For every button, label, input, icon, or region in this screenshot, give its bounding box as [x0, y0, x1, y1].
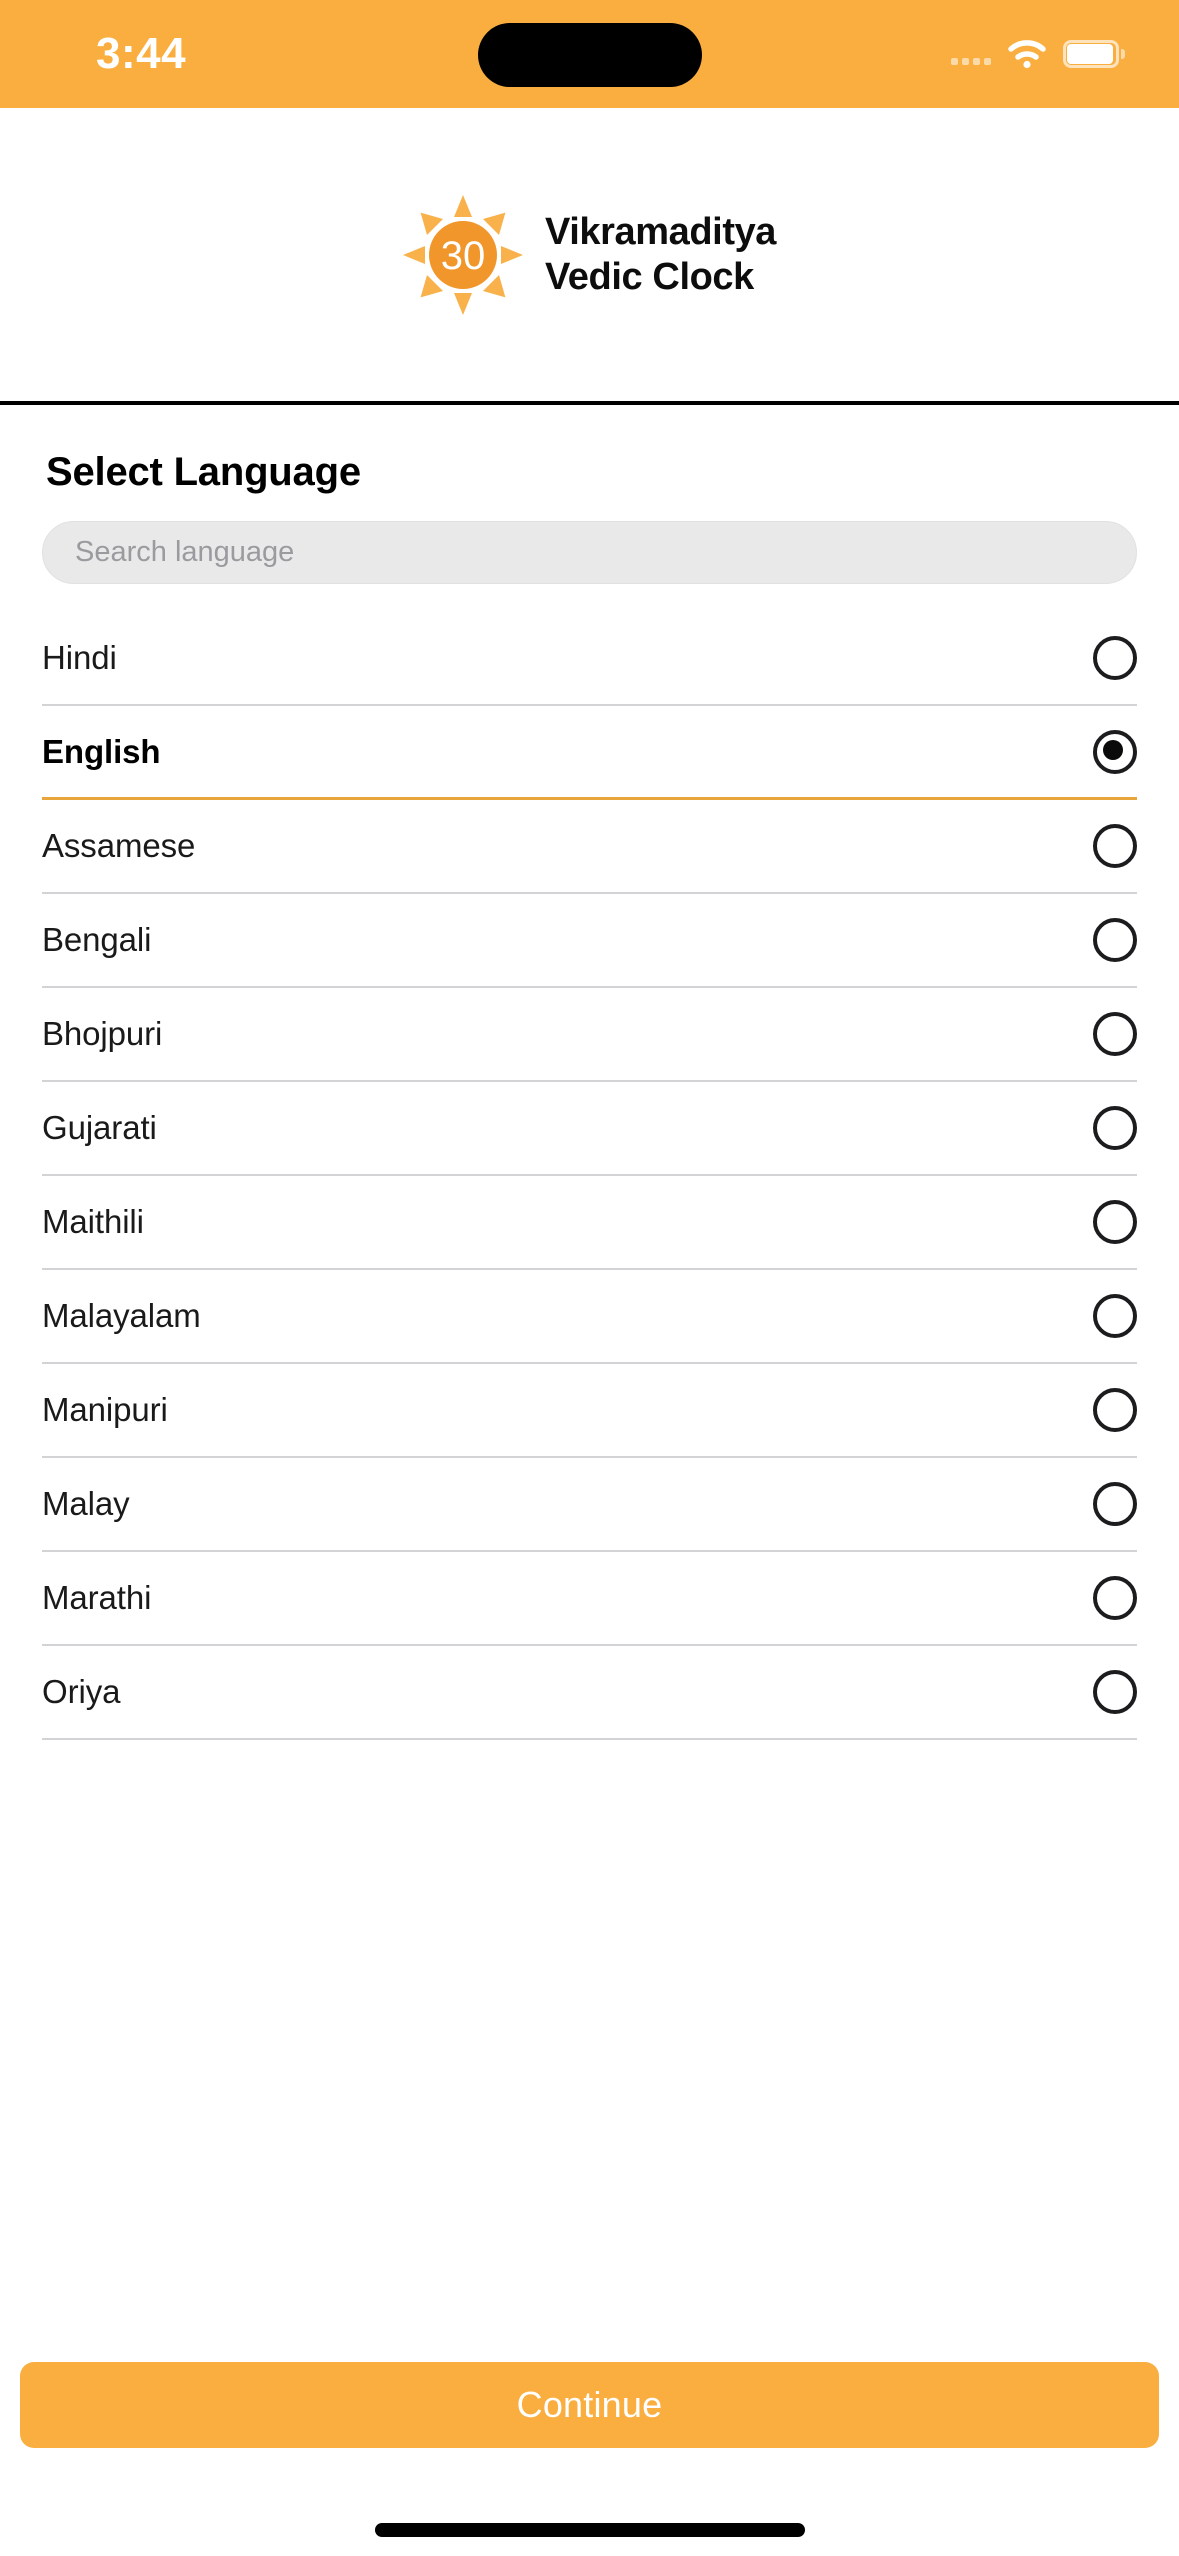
- sun-30-logo-icon: 30: [402, 194, 523, 315]
- wifi-icon: [1007, 39, 1047, 69]
- language-radio-button[interactable]: [1093, 729, 1137, 774]
- app-brand-title: Vikramaditya Vedic Clock: [545, 210, 776, 300]
- signal-dots-icon: [951, 43, 991, 65]
- language-radio-button[interactable]: [1093, 824, 1137, 868]
- language-label: Hindi: [42, 639, 117, 676]
- language-radio-button[interactable]: [1093, 1294, 1137, 1338]
- language-row[interactable]: Marathi: [42, 1552, 1137, 1646]
- language-label: Oriya: [42, 1673, 121, 1710]
- language-radio-button[interactable]: [1093, 1106, 1137, 1150]
- battery-icon: [1063, 40, 1125, 68]
- language-selection-screen: Select Language Hindi English Assamese Beng…: [0, 409, 1179, 2556]
- language-label: Manipuri: [42, 1391, 168, 1428]
- language-list: Hindi English Assamese Bengali Bhojpuri Gujar…: [0, 612, 1179, 1740]
- language-row[interactable]: Hindi: [42, 612, 1137, 706]
- status-bar: 3:44: [0, 0, 1179, 108]
- language-radio-button[interactable]: [1093, 1482, 1137, 1526]
- language-label: English: [42, 732, 161, 770]
- language-radio-button[interactable]: [1093, 1670, 1137, 1714]
- status-bar-time: 3:44: [96, 29, 187, 78]
- language-radio-button[interactable]: [1093, 1388, 1137, 1432]
- language-row[interactable]: Gujarati: [42, 1082, 1137, 1176]
- brand-line-1: Vikramaditya: [544, 210, 777, 253]
- language-row[interactable]: Malayalam: [42, 1270, 1137, 1364]
- language-row[interactable]: Assamese: [42, 800, 1137, 894]
- page-title: Select Language: [46, 450, 361, 494]
- language-label: Bengali: [42, 921, 152, 958]
- continue-button[interactable]: Continue: [20, 2362, 1159, 2448]
- language-radio-button[interactable]: [1093, 918, 1137, 962]
- language-label: Gujarati: [42, 1109, 157, 1146]
- language-row[interactable]: Oriya: [42, 1646, 1137, 1740]
- language-label: Marathi: [42, 1579, 152, 1616]
- home-indicator: [374, 2523, 805, 2537]
- status-bar-indicators: [951, 0, 1125, 108]
- language-label: Bhojpuri: [42, 1015, 163, 1052]
- language-label: Malay: [42, 1485, 130, 1522]
- language-row[interactable]: Maithili: [42, 1176, 1137, 1270]
- app-header: 30 Vikramaditya Vedic Clock: [0, 108, 1179, 405]
- search-container: [0, 495, 1179, 584]
- language-row[interactable]: Bengali: [42, 894, 1137, 988]
- brand-line-2: Vedic Clock: [544, 255, 754, 298]
- language-label: Assamese: [42, 827, 196, 864]
- language-row[interactable]: Malay: [42, 1458, 1137, 1552]
- language-label: Malayalam: [42, 1297, 201, 1334]
- language-row[interactable]: Bhojpuri: [42, 988, 1137, 1082]
- language-radio-button[interactable]: [1093, 1200, 1137, 1244]
- language-label: Maithili: [42, 1203, 144, 1240]
- language-row[interactable]: English: [42, 706, 1137, 800]
- language-radio-button[interactable]: [1093, 1012, 1137, 1056]
- svg-text:30: 30: [441, 234, 486, 278]
- language-row[interactable]: Manipuri: [42, 1364, 1137, 1458]
- search-input[interactable]: [42, 521, 1137, 584]
- dynamic-island: [477, 23, 702, 87]
- language-radio-button[interactable]: [1093, 1576, 1137, 1620]
- language-radio-button[interactable]: [1093, 636, 1137, 680]
